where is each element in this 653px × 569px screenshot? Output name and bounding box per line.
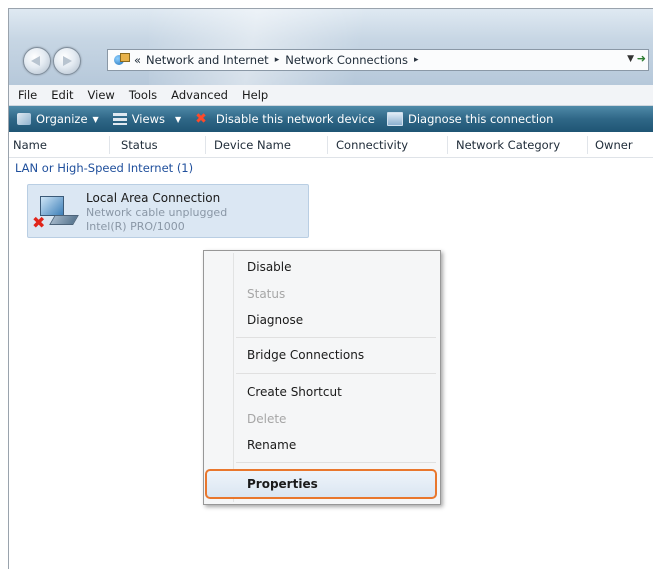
address-chevron[interactable]: « (134, 53, 141, 67)
views-label: Views (131, 112, 165, 126)
menu-tools[interactable]: Tools (129, 88, 157, 102)
disable-device-button[interactable]: ✖ Disable this network device (195, 112, 375, 126)
menu-item-bridge-connections[interactable]: Bridge Connections (247, 348, 364, 362)
views-button[interactable]: Views ▼ (112, 112, 182, 126)
back-button[interactable] (23, 47, 51, 75)
menu-view[interactable]: View (88, 88, 115, 102)
menu-separator (236, 337, 436, 338)
chevron-down-icon: ▼ (92, 114, 99, 124)
column-device-name[interactable]: Device Name (214, 138, 291, 152)
menu-file[interactable]: File (18, 88, 37, 102)
network-adapter-icon: ✖ (32, 193, 79, 233)
group-header[interactable]: LAN or High-Speed Internet (1) (15, 161, 193, 175)
organize-label: Organize (36, 112, 88, 126)
menu-item-diagnose[interactable]: Diagnose (247, 313, 303, 327)
organize-button[interactable]: Organize ▼ (17, 112, 99, 126)
column-name[interactable]: Name (13, 138, 47, 152)
menu-item-rename[interactable]: Rename (247, 438, 296, 452)
menu-item-status[interactable]: Status (247, 287, 285, 301)
local-area-connection-item[interactable]: ✖ Local Area Connection Network cable un… (27, 184, 309, 238)
column-network-category[interactable]: Network Category (456, 138, 560, 152)
menu-separator (236, 373, 436, 374)
connection-status: Network cable unplugged (86, 206, 228, 219)
organize-icon (17, 113, 31, 125)
diagnose-connection-label: Diagnose this connection (407, 112, 554, 126)
menu-item-properties[interactable]: Properties (205, 469, 437, 499)
menu-edit[interactable]: Edit (51, 88, 73, 102)
command-bar: Organize ▼ Views ▼ ✖ Disable this networ… (9, 106, 653, 132)
diagnose-connection-button[interactable]: Diagnose this connection (386, 112, 554, 126)
back-arrow-icon (31, 56, 40, 66)
chevron-down-icon: ▼ (174, 114, 182, 124)
connection-name: Local Area Connection (86, 191, 221, 205)
menu-item-delete[interactable]: Delete (247, 412, 286, 426)
address-dropdown-icon[interactable]: ▼ (627, 54, 634, 64)
menu-item-create-shortcut[interactable]: Create Shortcut (247, 385, 342, 399)
menu-separator (236, 462, 436, 463)
title-bar: « Network and Internet ▸ Network Connect… (9, 9, 653, 85)
column-headers: Name Status Device Name Connectivity Net… (9, 133, 653, 158)
disable-x-icon: ✖ (195, 111, 207, 127)
crumb-separator-end[interactable]: ▸ (414, 55, 419, 65)
forward-button[interactable] (53, 47, 81, 75)
column-connectivity[interactable]: Connectivity (336, 138, 408, 152)
address-bar[interactable]: « Network and Internet ▸ Network Connect… (107, 49, 649, 71)
menu-bar: File Edit View Tools Advanced Help (9, 85, 653, 106)
menu-item-disable[interactable]: Disable (247, 260, 292, 274)
views-icon (112, 113, 127, 125)
disable-device-label: Disable this network device (215, 112, 375, 126)
crumb-network-and-internet[interactable]: Network and Internet (146, 53, 269, 67)
error-x-icon: ✖ (32, 213, 46, 232)
context-menu: Disable Status Diagnose Bridge Connectio… (203, 250, 441, 505)
column-owner[interactable]: Owner (595, 138, 633, 152)
crumb-separator[interactable]: ▸ (275, 55, 280, 65)
network-folder-icon (114, 53, 130, 67)
menu-help[interactable]: Help (242, 88, 268, 102)
connection-device: Intel(R) PRO/1000 (86, 220, 185, 233)
column-status[interactable]: Status (121, 138, 158, 152)
diagnose-icon (386, 112, 403, 126)
menu-advanced[interactable]: Advanced (171, 88, 228, 102)
forward-arrow-icon (63, 56, 72, 66)
crumb-network-connections[interactable]: Network Connections (285, 53, 408, 67)
menu-item-properties-label: Properties (247, 477, 318, 491)
refresh-icon[interactable]: ➜ (637, 52, 646, 65)
